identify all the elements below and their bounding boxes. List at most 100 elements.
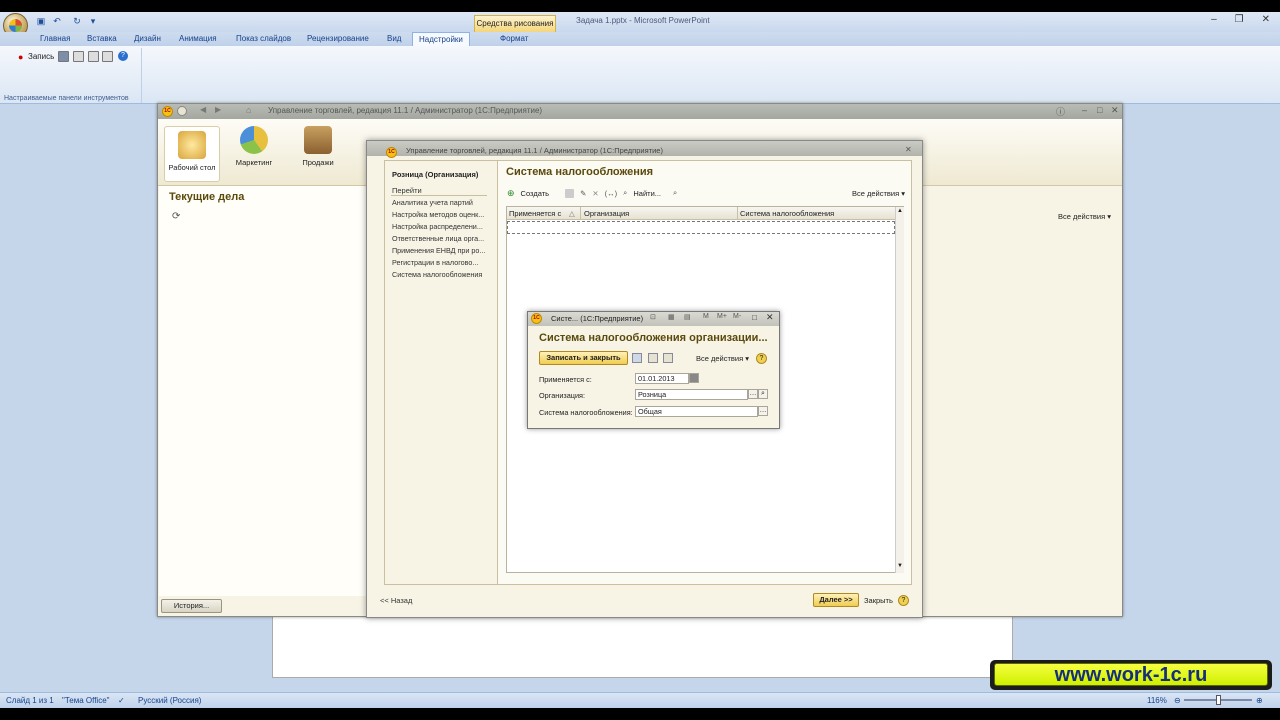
- save-icon[interactable]: [632, 353, 642, 363]
- table-row[interactable]: [507, 221, 895, 234]
- dialog-mode-icon[interactable]: ⊡: [650, 313, 656, 321]
- dialog-mminus-icon[interactable]: M-: [733, 313, 741, 320]
- dialog-close-icon[interactable]: ✕: [766, 312, 774, 323]
- delete-icon[interactable]: ✕: [592, 189, 598, 198]
- nav-link-tax-system[interactable]: Система налогообложения: [392, 270, 482, 279]
- organization-label: Организация:: [539, 391, 586, 400]
- undo-icon[interactable]: ↶: [52, 16, 62, 26]
- minimize-icon[interactable]: –: [1211, 14, 1217, 25]
- list-scrollbar[interactable]: [895, 207, 904, 573]
- refresh-icon[interactable]: ⟳: [172, 211, 180, 222]
- nav-link-lot-accounting[interactable]: Аналитика учета партий: [392, 198, 473, 207]
- save-and-close-button[interactable]: Записать и закрыть: [539, 351, 628, 365]
- nav-link-envd[interactable]: Применения ЕНВД при ро...: [392, 246, 485, 255]
- tab-insert[interactable]: Вставка: [87, 34, 117, 43]
- main-all-actions[interactable]: Все действия ▾: [1058, 212, 1111, 221]
- dialog-maximize-icon[interactable]: □: [752, 313, 757, 322]
- calendar-icon[interactable]: [689, 373, 699, 383]
- choose-icon[interactable]: …: [758, 406, 768, 416]
- choose-icon[interactable]: …: [748, 389, 758, 399]
- logo-1c-icon: 1С: [386, 147, 397, 158]
- copy-icon[interactable]: [88, 51, 99, 62]
- col-tax-system[interactable]: Система налогообложения: [740, 209, 834, 218]
- zoom-out-icon[interactable]: ⊖: [1174, 696, 1181, 705]
- applies-from-field[interactable]: 01.01.2013: [635, 373, 689, 384]
- list-header: Применяется с △ Организация Система нало…: [507, 207, 895, 220]
- dialog-all-actions[interactable]: Все действия ▾: [696, 354, 749, 363]
- record-button[interactable]: Запись: [28, 52, 54, 61]
- tab-home[interactable]: Главная: [40, 34, 70, 43]
- nav-link-distribution[interactable]: Настройка распределени...: [392, 222, 483, 231]
- record-icon: ●: [18, 52, 24, 62]
- window-title: Задача 1.pptx - Microsoft PowerPoint: [576, 16, 710, 25]
- zoom-in-icon[interactable]: ⊕: [1256, 696, 1263, 705]
- close-link[interactable]: Закрыть: [864, 596, 893, 605]
- create-button[interactable]: Создать: [521, 189, 550, 198]
- dialog-mplus-icon[interactable]: M+: [717, 313, 727, 320]
- maximize-icon[interactable]: ❐: [1235, 14, 1244, 25]
- dialog-calc-icon[interactable]: ▤: [684, 313, 691, 321]
- nav-back-icon[interactable]: ◀: [200, 105, 206, 114]
- sort-icon: △: [569, 209, 575, 218]
- print-icon[interactable]: [73, 51, 84, 62]
- zoom-thumb[interactable]: [1216, 695, 1221, 705]
- section-sales[interactable]: Продажи: [290, 126, 346, 167]
- col-organization[interactable]: Организация: [584, 209, 629, 218]
- language[interactable]: Русский (Россия): [138, 696, 201, 705]
- main-menu-icon[interactable]: [177, 106, 187, 116]
- nav-go-label: Перейти: [392, 186, 422, 195]
- dialog-heading: Система налогообложения организации...: [539, 332, 768, 344]
- dialog-title: Систе... (1С:Предприятие): [551, 314, 644, 323]
- tab-animation[interactable]: Анимация: [179, 34, 217, 43]
- tab-addins[interactable]: Надстройки: [412, 32, 470, 47]
- close-icon[interactable]: ✕: [1262, 14, 1270, 25]
- help-icon[interactable]: ?: [898, 595, 909, 606]
- logo-1c-icon: 1С: [531, 313, 542, 324]
- nav-link-valuation-methods[interactable]: Настройка методов оценк...: [392, 210, 484, 219]
- qat-dropdown-icon[interactable]: ▾: [88, 16, 98, 26]
- helper-close-icon[interactable]: ✕: [905, 145, 912, 154]
- open-search-icon[interactable]: ⌕: [758, 389, 768, 399]
- organization-field[interactable]: Розница: [635, 389, 748, 400]
- tab-design[interactable]: Дизайн: [134, 34, 161, 43]
- maximize-1c-icon[interactable]: □: [1097, 105, 1102, 115]
- tab-slideshow[interactable]: Показ слайдов: [236, 34, 291, 43]
- find-button[interactable]: Найти...: [633, 189, 661, 198]
- cancel-search-icon[interactable]: ⌕: [673, 188, 677, 198]
- dialog-m-icon[interactable]: M: [703, 313, 709, 320]
- save-icon[interactable]: ▣: [36, 16, 46, 26]
- nav-link-responsible[interactable]: Ответственные лица орга...: [392, 234, 484, 243]
- redo-icon[interactable]: ↻: [72, 16, 82, 26]
- reread-icon[interactable]: [663, 353, 673, 363]
- dialog-help-icon[interactable]: ?: [756, 353, 767, 364]
- copy-row-icon[interactable]: [565, 188, 575, 198]
- home-icon[interactable]: ⌂: [246, 105, 251, 115]
- link-icon[interactable]: (↔): [605, 189, 618, 198]
- nav-forward-icon[interactable]: ▶: [215, 105, 221, 114]
- section-desktop[interactable]: Рабочий стол: [164, 126, 220, 182]
- back-link[interactable]: << Назад: [380, 596, 412, 605]
- edit-icon[interactable]: ✎: [580, 189, 586, 198]
- scroll-up-icon[interactable]: ▲: [897, 208, 903, 214]
- tab-view[interactable]: Вид: [387, 34, 401, 43]
- next-button[interactable]: Далее >>: [813, 593, 859, 607]
- close-1c-icon[interactable]: ✕: [1111, 105, 1119, 116]
- nav-link-tax-registration[interactable]: Регистрации в налогово...: [392, 258, 478, 267]
- tab-review[interactable]: Рецензирование: [307, 34, 369, 43]
- zoom-level[interactable]: 116%: [1147, 696, 1167, 705]
- help-icon[interactable]: ?: [118, 51, 128, 61]
- cursor-tool-icon[interactable]: [58, 51, 69, 62]
- tax-system-field[interactable]: Общая: [635, 406, 758, 417]
- content-all-actions[interactable]: Все действия ▾: [852, 189, 905, 198]
- tab-format[interactable]: Формат: [500, 34, 528, 43]
- post-icon[interactable]: [648, 353, 658, 363]
- info-icon[interactable]: ⓘ: [1056, 105, 1065, 118]
- scroll-down-icon[interactable]: ▼: [897, 563, 903, 569]
- export-icon[interactable]: [102, 51, 113, 62]
- minimize-1c-icon[interactable]: –: [1082, 105, 1087, 115]
- spellcheck-icon[interactable]: ✓: [118, 696, 125, 705]
- dialog-calendar-icon[interactable]: ▦: [668, 313, 675, 321]
- history-button[interactable]: История...: [161, 599, 222, 613]
- col-applies-from[interactable]: Применяется с: [509, 209, 561, 218]
- section-marketing[interactable]: Маркетинг: [226, 126, 282, 167]
